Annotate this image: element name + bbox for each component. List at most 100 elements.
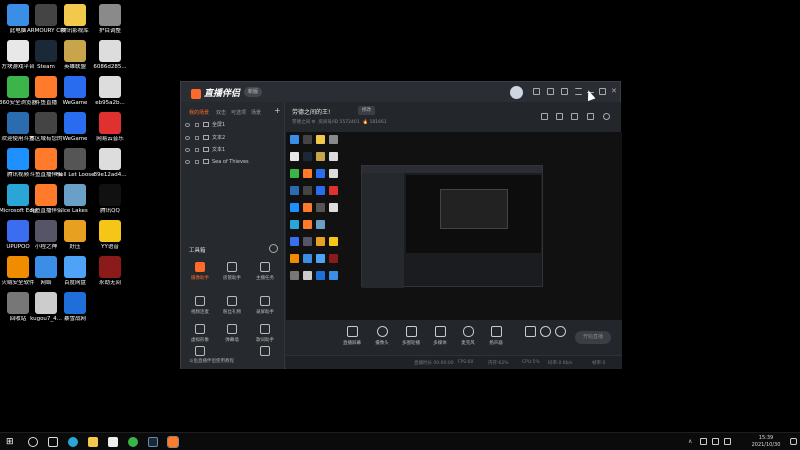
desktop-icon-naraka[interactable]: 永劫无间 (91, 256, 129, 286)
desktop-icon-ice-lakes[interactable]: Ice Lakes (56, 184, 94, 214)
volume-icon[interactable] (712, 438, 719, 445)
maximize-icon[interactable] (599, 88, 606, 95)
preview-mini-icon (316, 186, 325, 195)
eye-icon[interactable] (185, 122, 190, 127)
input-method-icon[interactable] (724, 438, 731, 445)
desktop-icon-haozip[interactable]: 好压 (56, 220, 94, 250)
tencent-video-icon (7, 148, 29, 170)
notification-icon[interactable] (790, 438, 797, 445)
room-title[interactable]: 劳德之间的王! (292, 107, 330, 116)
room-category[interactable]: 劳德之间 ⚙ (292, 120, 315, 125)
tool-gifts[interactable]: 粉丝礼物 (216, 296, 248, 315)
scene-item[interactable]: 文本2 (185, 133, 281, 144)
network-icon[interactable] (700, 438, 707, 445)
eye-icon[interactable] (185, 147, 190, 152)
desktop-icon-wegame[interactable]: WeGame (56, 76, 94, 106)
clock[interactable]: 15:39 2021/10/30 (744, 435, 788, 449)
tool-video-link[interactable]: 视频连麦 (184, 296, 216, 315)
camera-button[interactable]: 摄像头 (370, 326, 394, 346)
scene-item[interactable]: Sea of Thieves (185, 157, 281, 168)
tool-tasks[interactable]: 主播任务 (249, 262, 281, 281)
version-badge[interactable]: 新版 (244, 87, 263, 97)
task-view-icon[interactable] (48, 437, 58, 447)
tool-camera-assistant[interactable]: 摄像助手 (184, 262, 216, 281)
tutorial-link[interactable]: 斗鱼直播伴侣使用教程 (189, 358, 234, 364)
settings-button[interactable] (548, 326, 572, 340)
gear-icon (554, 326, 566, 337)
tab-my-scenes[interactable]: 我的场景 (189, 109, 209, 116)
lock-icon[interactable] (195, 135, 199, 140)
desktop-icon-wegame[interactable]: WeGame (56, 112, 94, 142)
desktop-icon-hell-let-loose[interactable]: Hell Let Loose (56, 148, 94, 178)
file-explorer-icon[interactable] (88, 437, 98, 447)
preview-mini-icon (316, 135, 325, 144)
more-tools-icon[interactable] (269, 244, 278, 253)
tool-label: 摄像助手 (191, 276, 209, 281)
slideshow-button[interactable]: 多图轮播 (399, 326, 423, 346)
desktop-icon-eye-care[interactable]: 护目调整 (91, 4, 129, 34)
scene-item[interactable]: 文本1 (185, 145, 281, 156)
settings-icon[interactable] (571, 113, 578, 120)
edit-title-button[interactable]: 修改 (358, 106, 375, 115)
desktop-icon-label: Hell Let Loose (56, 172, 94, 178)
douyu-companion-icon[interactable] (167, 436, 179, 448)
go-live-button[interactable]: 开始直播 (575, 331, 611, 344)
add-scene-icon[interactable]: + (274, 106, 281, 115)
speaker-button[interactable]: 扬声器 (484, 326, 508, 346)
desktop-icon-netease-music[interactable]: 网易云音乐 (91, 112, 129, 142)
search-icon[interactable] (28, 437, 38, 447)
notepad-icon[interactable] (108, 437, 118, 447)
eye-icon[interactable] (185, 159, 190, 164)
desktop-icon-label: 护目调整 (98, 28, 121, 34)
microphone-button[interactable]: 麦克风 (456, 326, 480, 346)
scene-item[interactable]: 全屏1 (185, 120, 281, 131)
lock-icon[interactable] (195, 122, 199, 127)
stream-preview[interactable] (286, 132, 622, 320)
room-id: 房间号/ID 5572401 (318, 120, 360, 125)
lock-icon[interactable] (556, 113, 563, 120)
lock-icon[interactable] (195, 159, 199, 164)
monitor-icon (346, 326, 358, 337)
tool-lyrics[interactable]: 歌词助手 (249, 324, 281, 343)
tray-expand-icon[interactable]: ∧ (688, 438, 695, 445)
control-label: 麦克风 (461, 341, 475, 346)
menu-icon[interactable] (575, 88, 582, 95)
desktop-icon-file[interactable]: 6086d285... (91, 40, 129, 70)
tool-recorder[interactable]: 录屏助手 (249, 296, 281, 315)
desktop-icon-tencent-library[interactable]: 腾讯影视库 (56, 4, 94, 34)
steam-icon[interactable] (148, 437, 158, 447)
browser-360-icon[interactable] (128, 437, 138, 447)
tool-room-manager[interactable]: 房管助手 (216, 262, 248, 281)
eye-icon[interactable] (185, 135, 190, 140)
desktop-icon-yy-voice[interactable]: YY语音 (91, 220, 129, 250)
tool-danmaku[interactable]: 弹幕墙 (216, 324, 248, 343)
tab-scene[interactable]: 场景 (251, 109, 261, 116)
screen-capture-button[interactable]: 直播屏幕 (340, 326, 364, 346)
avatar[interactable] (510, 86, 523, 99)
media-button[interactable]: 多媒体 (428, 326, 452, 346)
edge-icon (7, 184, 29, 206)
tab-options[interactable]: 可选项 (231, 109, 246, 116)
lock-icon[interactable] (195, 147, 199, 152)
edge-icon[interactable] (68, 437, 78, 447)
tab-double[interactable]: 双击 (216, 109, 226, 116)
desktop-icon-battlenet[interactable]: 暴雪战网 (56, 292, 94, 322)
desktop-icon-baidu-netdisk[interactable]: 百度网盘 (56, 256, 94, 286)
windows-start-icon[interactable]: ⊞ (6, 437, 16, 447)
close-icon[interactable]: ✕ (611, 88, 618, 95)
shirt-icon[interactable] (561, 88, 568, 95)
desktop-icon-league-of-legends[interactable]: 英雄联盟 (56, 40, 94, 70)
record-icon (260, 296, 270, 306)
control-label: 多图轮播 (402, 341, 420, 346)
tool-avatar[interactable]: 虚拟形象 (184, 324, 216, 343)
share-icon[interactable] (603, 113, 610, 120)
message-icon[interactable] (533, 88, 540, 95)
bell-icon[interactable] (587, 113, 594, 120)
share-box-icon[interactable] (541, 113, 548, 120)
desktop-icon-file[interactable]: 89e12ad4... (91, 148, 129, 178)
gift-icon[interactable] (547, 88, 554, 95)
file-icon (99, 40, 121, 62)
tool-more[interactable] (249, 346, 281, 359)
desktop-icon-qq[interactable]: 腾讯QQ (91, 184, 129, 214)
desktop-icon-file[interactable]: eb95a2b... (91, 76, 129, 106)
